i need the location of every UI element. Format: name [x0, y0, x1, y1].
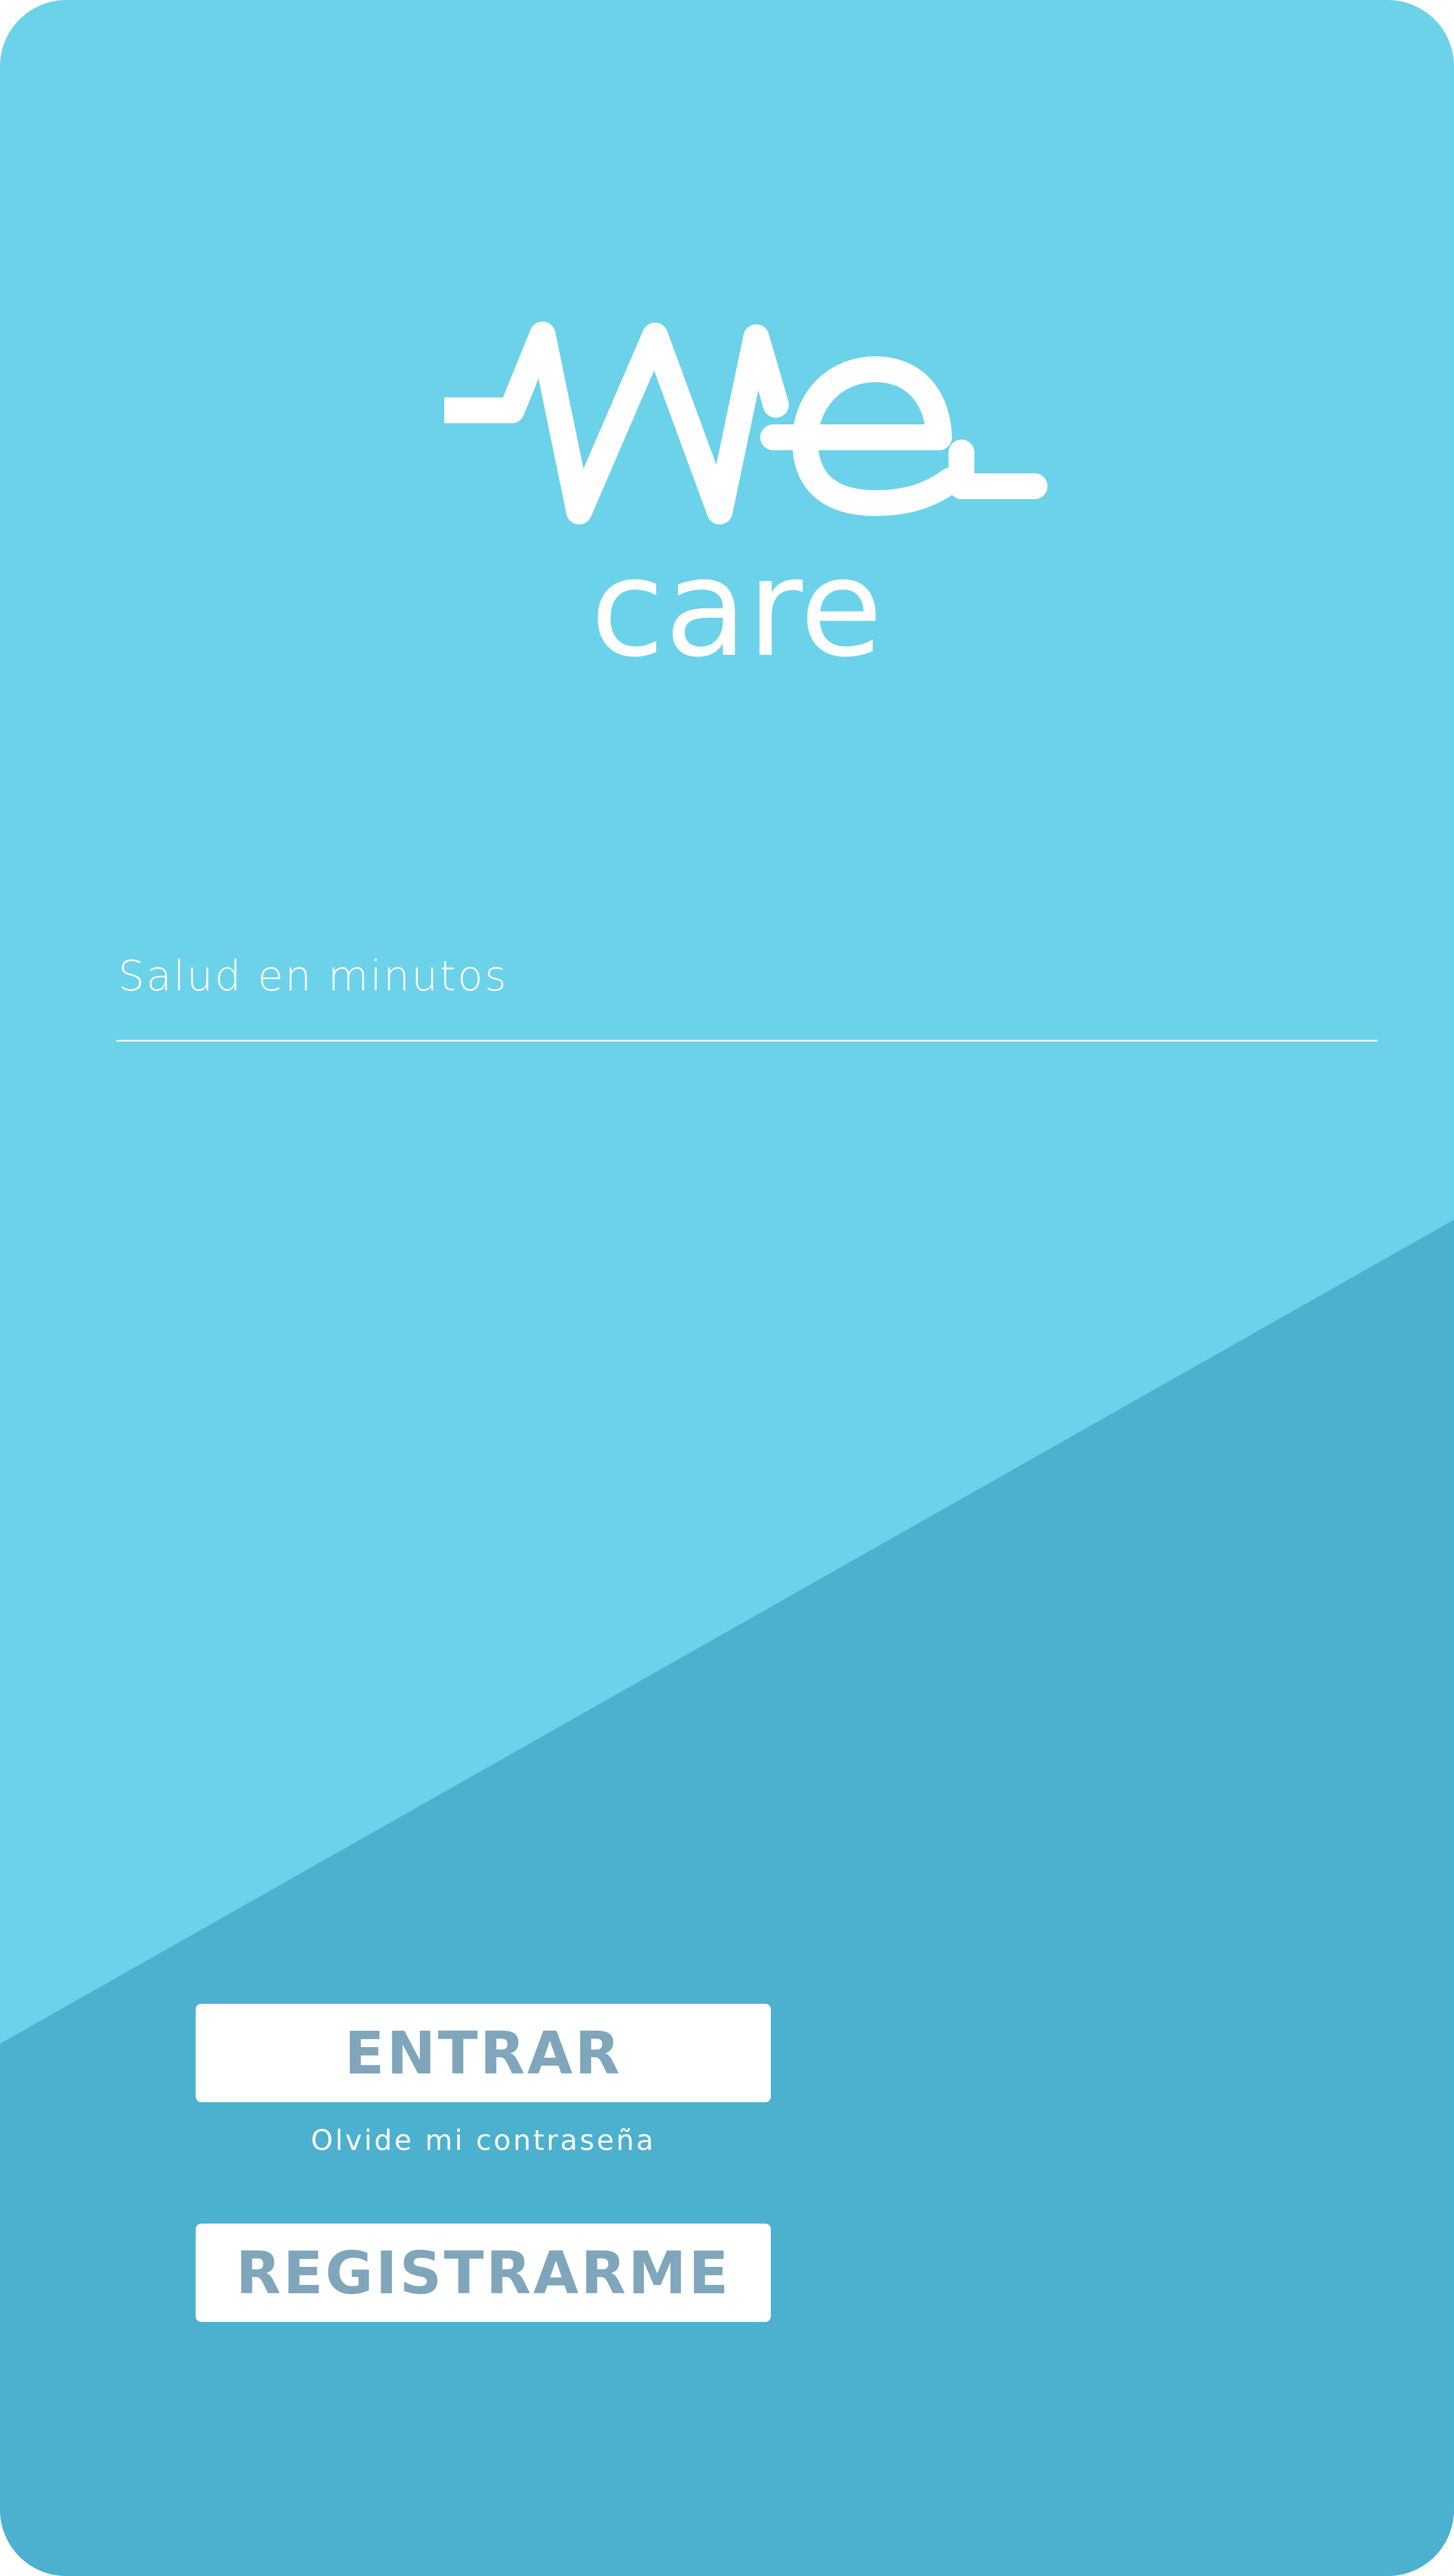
register-button[interactable]: REGISTRARME	[196, 2224, 771, 2322]
forgot-password-link[interactable]: Olvide mi contraseña	[196, 2126, 771, 2154]
tagline: Salud en minutos	[118, 952, 508, 1000]
logo-letter-e	[760, 356, 963, 516]
wecare-logo-mark: care	[444, 322, 1047, 672]
logo-care-text: care	[590, 529, 883, 672]
wecare-logo: care	[444, 312, 1051, 672]
login-screen: care Salud en minutos ENTRAR Olvide mi c…	[0, 0, 1454, 2576]
tagline-divider	[116, 1040, 1378, 1042]
logo-heartbeat-tail	[949, 440, 1047, 499]
enter-button[interactable]: ENTRAR	[196, 2004, 771, 2102]
